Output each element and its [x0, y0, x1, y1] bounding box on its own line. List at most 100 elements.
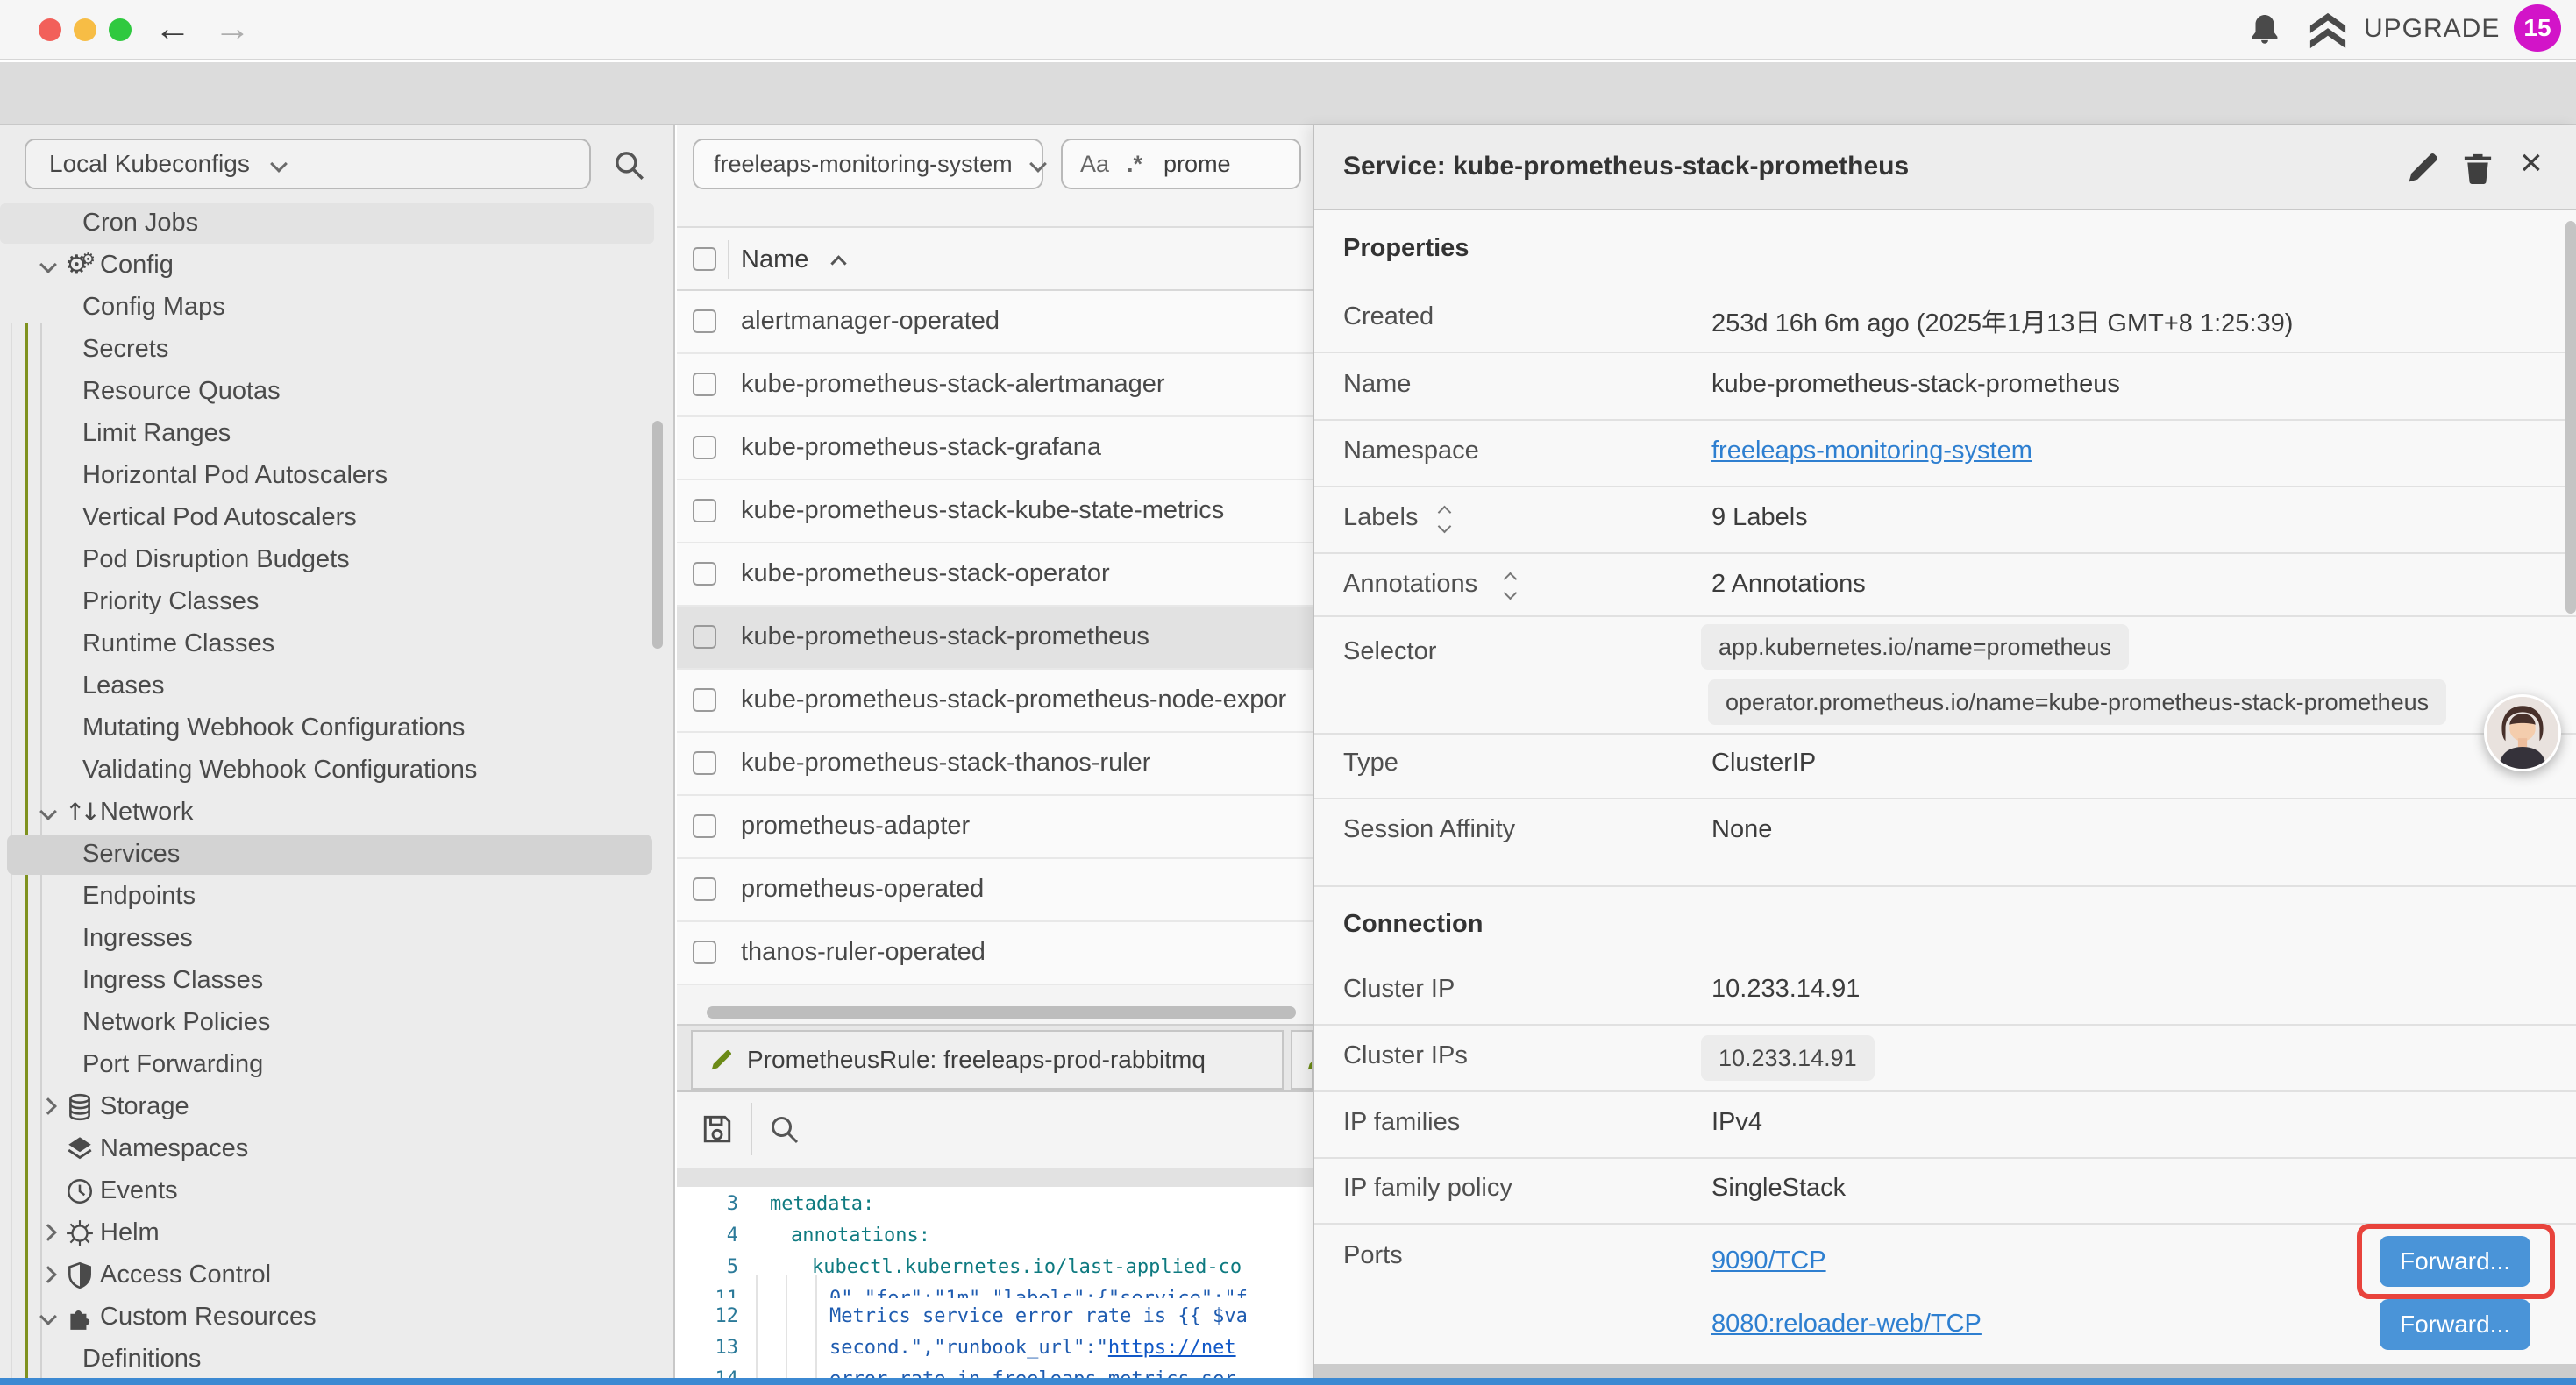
regex-toggle[interactable]: .* [1127, 151, 1142, 178]
yaml-editor[interactable]: 3 metadata: 4 annotations: 5 kubectl.kub… [677, 1187, 1313, 1385]
port-link-9090[interactable]: 9090/TCP [1711, 1246, 1826, 1275]
sidebar-item-ingress-classes[interactable]: Ingress Classes [0, 960, 675, 1002]
details-horizontal-scrollbar[interactable] [1314, 1364, 2576, 1378]
sidebar-item-priority-classes[interactable]: Priority Classes [0, 581, 675, 623]
table-row[interactable]: kube-prometheus-stack-thanos-ruler [677, 733, 1313, 796]
table-row[interactable]: kube-prometheus-stack-alertmanager [677, 354, 1313, 417]
row-checkbox[interactable] [693, 941, 716, 964]
window-close-button[interactable] [39, 18, 61, 41]
row-checkbox[interactable] [693, 751, 716, 775]
table-row[interactable]: prometheus-operated [677, 859, 1313, 922]
window-zoom-button[interactable] [109, 18, 132, 41]
sidebar-section-storage[interactable]: Storage [0, 1086, 675, 1128]
kubeconfig-selector-value: Local Kubeconfigs [49, 150, 250, 178]
row-checkbox[interactable] [693, 562, 716, 586]
sidebar-item-leases[interactable]: Leases [0, 665, 675, 707]
table-row[interactable]: alertmanager-operated [677, 291, 1313, 354]
sidebar-item-definitions[interactable]: Definitions [0, 1339, 675, 1381]
table-row[interactable]: thanos-ruler-operated [677, 922, 1313, 985]
table-row[interactable]: prometheus-adapter [677, 796, 1313, 859]
cluster-ips-chip: 10.233.14.91 [1701, 1035, 1875, 1081]
table-row[interactable]: kube-prometheus-stack-prometheus-node-ex… [677, 670, 1313, 733]
namespace-link[interactable]: freeleaps-monitoring-system [1711, 437, 2032, 465]
sidebar-item-secrets[interactable]: Secrets [0, 329, 675, 371]
sidebar-item-ingresses[interactable]: Ingresses [0, 918, 675, 960]
delete-trash-icon[interactable] [2459, 148, 2497, 187]
sidebar-item-pod-disruption-budgets[interactable]: Pod Disruption Budgets [0, 539, 675, 581]
namespace-dropdown[interactable]: freeleaps-monitoring-system [693, 138, 1043, 189]
sidebar-item-namespaces[interactable]: Namespaces [0, 1128, 675, 1170]
sidebar-item-port-forwarding[interactable]: Port Forwarding [0, 1044, 675, 1086]
sidebar-item-mutating-webhook-configurations[interactable]: Mutating Webhook Configurations [0, 707, 675, 749]
sidebar-section-network[interactable]: ↑↓ Network [0, 792, 675, 834]
editor-tab-prometheusrule[interactable]: PrometheusRule: freeleaps-prod-rabbitmq [691, 1030, 1284, 1090]
row-divider [1314, 1157, 2576, 1159]
sidebar-section-helm[interactable]: Helm [0, 1212, 675, 1254]
back-button[interactable]: ← [154, 7, 191, 49]
sidebar-item-events[interactable]: Events [0, 1170, 675, 1212]
editor-line: 5 kubectl.kubernetes.io/last-applied-co [677, 1252, 1313, 1283]
row-divider [1314, 1090, 2576, 1092]
row-checkbox[interactable] [693, 499, 716, 522]
upgrade-chevrons-icon[interactable] [2308, 11, 2348, 51]
row-checkbox[interactable] [693, 877, 716, 901]
sidebar-scrollbar[interactable] [652, 421, 663, 649]
forward-button-8080[interactable]: Forward... [2380, 1299, 2530, 1350]
sidebar-item-vertical-pod-autoscalers[interactable]: Vertical Pod Autoscalers [0, 497, 675, 539]
table-row[interactable]: kube-prometheus-stack-operator [677, 543, 1313, 607]
match-case-toggle[interactable]: Aa [1080, 151, 1109, 178]
kubeconfig-selector[interactable]: Local Kubeconfigs [25, 138, 591, 189]
sidebar-item-validating-webhook-configurations[interactable]: Validating Webhook Configurations [0, 749, 675, 792]
editor-tab-partial[interactable] [1291, 1030, 1313, 1090]
sidebar-item-network-policies[interactable]: Network Policies [0, 1002, 675, 1044]
row-checkbox[interactable] [693, 625, 716, 649]
row-checkbox[interactable] [693, 814, 716, 838]
chevron-down-icon [1029, 155, 1047, 173]
horizontal-scrollbar[interactable] [707, 1006, 1296, 1019]
table-row[interactable]: kube-prometheus-stack-grafana [677, 417, 1313, 480]
row-checkbox[interactable] [693, 688, 716, 712]
connection-section-title: Connection [1343, 910, 1484, 939]
save-icon[interactable] [700, 1112, 735, 1147]
forward-button[interactable]: → [214, 7, 251, 49]
table-header[interactable]: Name [677, 226, 1313, 291]
edit-pencil-icon[interactable] [2404, 148, 2443, 187]
row-divider [1314, 486, 2576, 487]
notifications-bell-icon[interactable] [2246, 11, 2283, 48]
row-divider [1314, 733, 2576, 735]
sidebar-item-services[interactable]: Services [0, 834, 675, 876]
runbook-url-link[interactable]: https://net [1108, 1337, 1236, 1359]
sidebar-item-cron-jobs[interactable]: Cron Jobs [0, 202, 675, 245]
sidebar-item-runtime-classes[interactable]: Runtime Classes [0, 623, 675, 665]
sidebar-item-resource-quotas[interactable]: Resource Quotas [0, 371, 675, 413]
sidebar-section-access-control[interactable]: Access Control [0, 1254, 675, 1296]
filter-input[interactable]: Aa .* prome [1061, 138, 1301, 189]
row-checkbox[interactable] [693, 436, 716, 459]
sidebar-item-limit-ranges[interactable]: Limit Ranges [0, 413, 675, 455]
sidebar-item-endpoints[interactable]: Endpoints [0, 876, 675, 918]
sidebar-item-config-maps[interactable]: Config Maps [0, 287, 675, 329]
labels-label: Labels [1343, 503, 1418, 532]
row-checkbox[interactable] [693, 309, 716, 333]
sidebar-item-horizontal-pod-autoscalers[interactable]: Horizontal Pod Autoscalers [0, 455, 675, 497]
upgrade-button[interactable]: UPGRADE [2364, 14, 2500, 44]
selector-chip: app.kubernetes.io/name=prometheus [1701, 624, 2129, 670]
cluster-ips-label: Cluster IPs [1343, 1041, 1468, 1070]
search-icon[interactable] [610, 146, 647, 183]
row-checkbox[interactable] [693, 373, 716, 396]
table-row-selected[interactable]: kube-prometheus-stack-prometheus [677, 607, 1313, 670]
window-minimize-button[interactable] [74, 18, 96, 41]
notification-count-badge[interactable]: 15 [2514, 4, 2561, 52]
annotations-value[interactable]: 2 Annotations [1711, 570, 1866, 599]
assistant-avatar[interactable] [2484, 694, 2561, 771]
select-all-checkbox[interactable] [693, 247, 716, 271]
details-scrollbar[interactable] [2565, 221, 2576, 614]
labels-value[interactable]: 9 Labels [1711, 503, 1808, 532]
port-link-8080[interactable]: 8080:reloader-web/TCP [1711, 1310, 1982, 1339]
editor-search-icon[interactable] [766, 1112, 801, 1147]
close-icon[interactable]: × [2520, 141, 2543, 185]
sidebar-section-config[interactable]: ⚙⚙ Config [0, 245, 675, 287]
sidebar-section-custom-resources[interactable]: Custom Resources [0, 1296, 675, 1339]
table-row[interactable]: kube-prometheus-stack-kube-state-metrics [677, 480, 1313, 543]
name-column-header[interactable]: Name [741, 245, 808, 274]
